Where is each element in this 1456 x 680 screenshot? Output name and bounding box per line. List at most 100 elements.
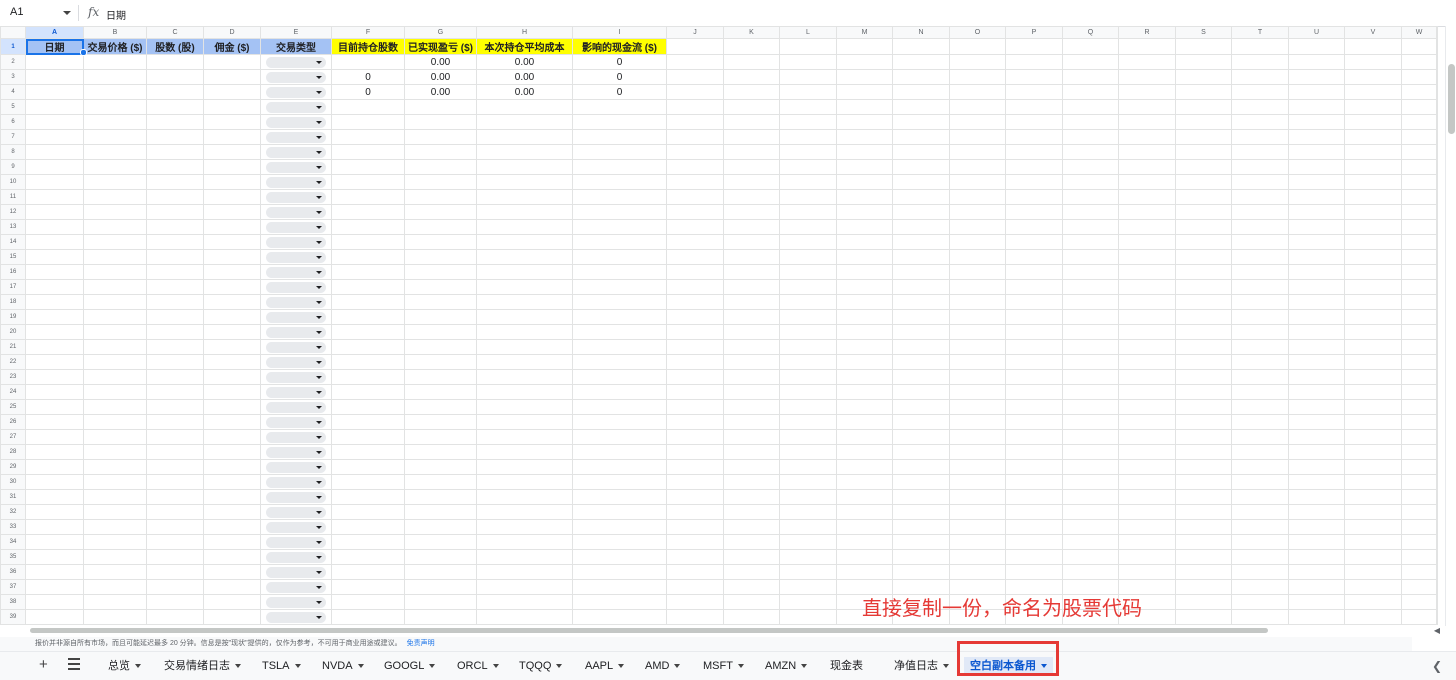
- cell-n32[interactable]: [892, 504, 950, 520]
- sheet-tab[interactable]: 总览: [108, 657, 141, 675]
- cell-p33[interactable]: [1005, 519, 1063, 535]
- cell-d32[interactable]: [203, 504, 261, 520]
- cell-g5[interactable]: [404, 99, 477, 115]
- chevron-down-icon[interactable]: [135, 664, 141, 669]
- cell-g11[interactable]: [404, 189, 477, 205]
- cell-d34[interactable]: [203, 534, 261, 550]
- cell-o3[interactable]: [949, 69, 1006, 85]
- cell-q15[interactable]: [1062, 249, 1119, 265]
- cell-t25[interactable]: [1231, 399, 1289, 415]
- cell-v11[interactable]: [1344, 189, 1402, 205]
- cell-l38[interactable]: [779, 594, 837, 610]
- cell-c39[interactable]: [146, 609, 204, 625]
- cell-a37[interactable]: [25, 579, 84, 595]
- cell-d36[interactable]: [203, 564, 261, 580]
- cell-n33[interactable]: [892, 519, 950, 535]
- cell-i12[interactable]: [572, 204, 667, 220]
- cell-f20[interactable]: [331, 324, 405, 340]
- cell-s6[interactable]: [1175, 114, 1232, 130]
- cell-g23[interactable]: [404, 369, 477, 385]
- cell-t35[interactable]: [1231, 549, 1289, 565]
- column-header-m[interactable]: M: [836, 26, 893, 39]
- cell-q27[interactable]: [1062, 429, 1119, 445]
- cell-m24[interactable]: [836, 384, 893, 400]
- column-header-q[interactable]: Q: [1062, 26, 1119, 39]
- cell-p24[interactable]: [1005, 384, 1063, 400]
- cell-i32[interactable]: [572, 504, 667, 520]
- cell-j15[interactable]: [666, 249, 724, 265]
- cell-m18[interactable]: [836, 294, 893, 310]
- cell-b11[interactable]: [83, 189, 147, 205]
- cell-h33[interactable]: [476, 519, 573, 535]
- cell-f34[interactable]: [331, 534, 405, 550]
- cell-s22[interactable]: [1175, 354, 1232, 370]
- trade-type-dropdown[interactable]: [266, 86, 326, 98]
- cell-u7[interactable]: [1288, 129, 1345, 145]
- trade-type-dropdown[interactable]: [266, 101, 326, 113]
- cell-o21[interactable]: [949, 339, 1006, 355]
- cell-s12[interactable]: [1175, 204, 1232, 220]
- cell-k22[interactable]: [723, 354, 780, 370]
- cell-b38[interactable]: [83, 594, 147, 610]
- cell-t20[interactable]: [1231, 324, 1289, 340]
- cell-j29[interactable]: [666, 459, 724, 475]
- cell-n16[interactable]: [892, 264, 950, 280]
- cell-w25[interactable]: [1401, 399, 1437, 415]
- cell-p2[interactable]: [1005, 54, 1063, 70]
- row-header-37[interactable]: 37: [0, 579, 26, 595]
- cell-h36[interactable]: [476, 564, 573, 580]
- cell-a36[interactable]: [25, 564, 84, 580]
- cell-r8[interactable]: [1118, 144, 1176, 160]
- cell-o16[interactable]: [949, 264, 1006, 280]
- cell-u26[interactable]: [1288, 414, 1345, 430]
- cell-s15[interactable]: [1175, 249, 1232, 265]
- cell-v12[interactable]: [1344, 204, 1402, 220]
- cell-d26[interactable]: [203, 414, 261, 430]
- cell-b34[interactable]: [83, 534, 147, 550]
- cell-w28[interactable]: [1401, 444, 1437, 460]
- cell-q16[interactable]: [1062, 264, 1119, 280]
- row-header-2[interactable]: 2: [0, 54, 26, 70]
- cell-o35[interactable]: [949, 549, 1006, 565]
- cell-h5[interactable]: [476, 99, 573, 115]
- cell-b21[interactable]: [83, 339, 147, 355]
- cell-h26[interactable]: [476, 414, 573, 430]
- cell-a23[interactable]: [25, 369, 84, 385]
- cell-j9[interactable]: [666, 159, 724, 175]
- cell-f5[interactable]: [331, 99, 405, 115]
- cell-k19[interactable]: [723, 309, 780, 325]
- cell-h21[interactable]: [476, 339, 573, 355]
- cell-d18[interactable]: [203, 294, 261, 310]
- cell-c36[interactable]: [146, 564, 204, 580]
- cell-k32[interactable]: [723, 504, 780, 520]
- cell-e39[interactable]: [260, 609, 332, 625]
- cell-e20[interactable]: [260, 324, 332, 340]
- cell-e11[interactable]: [260, 189, 332, 205]
- cell-r26[interactable]: [1118, 414, 1176, 430]
- cell-a32[interactable]: [25, 504, 84, 520]
- cell-k37[interactable]: [723, 579, 780, 595]
- cell-o2[interactable]: [949, 54, 1006, 70]
- cell-f4[interactable]: 0: [331, 84, 405, 100]
- row-header-6[interactable]: 6: [0, 114, 26, 130]
- cell-u6[interactable]: [1288, 114, 1345, 130]
- horizontal-scrollbar-thumb[interactable]: [30, 628, 1268, 633]
- cell-b35[interactable]: [83, 549, 147, 565]
- cell-q12[interactable]: [1062, 204, 1119, 220]
- cell-i19[interactable]: [572, 309, 667, 325]
- cell-w2[interactable]: [1401, 54, 1437, 70]
- trade-type-dropdown[interactable]: [266, 176, 326, 188]
- cell-b18[interactable]: [83, 294, 147, 310]
- cell-o28[interactable]: [949, 444, 1006, 460]
- cell-t1[interactable]: [1231, 38, 1289, 55]
- cell-p5[interactable]: [1005, 99, 1063, 115]
- column-header-i[interactable]: I: [572, 26, 667, 39]
- cell-f8[interactable]: [331, 144, 405, 160]
- trade-type-dropdown[interactable]: [266, 296, 326, 308]
- cell-w31[interactable]: [1401, 489, 1437, 505]
- cell-g19[interactable]: [404, 309, 477, 325]
- cell-a24[interactable]: [25, 384, 84, 400]
- cell-a27[interactable]: [25, 429, 84, 445]
- trade-type-dropdown[interactable]: [266, 551, 326, 563]
- cell-f15[interactable]: [331, 249, 405, 265]
